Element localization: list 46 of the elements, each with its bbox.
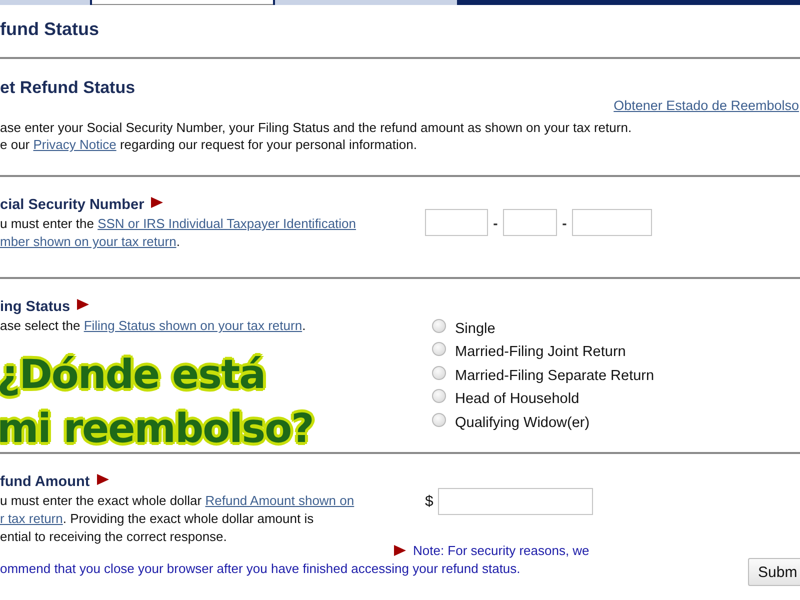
dash-separator: - xyxy=(492,214,499,230)
instruction-text: r tax return. Providing the exact whole dollar amount is xyxy=(0,510,315,528)
overlay-headline: mi reembolso? xyxy=(0,405,314,454)
security-note: Note: For security reasons, we xyxy=(413,542,590,560)
instruction-text: ential to receiving the correct response. xyxy=(0,528,228,546)
radio-button[interactable] xyxy=(432,366,446,380)
arrow-marker-icon xyxy=(96,473,110,487)
currency-symbol: $ xyxy=(425,493,434,510)
instruction-text: mber shown on your tax return. xyxy=(0,233,181,251)
instruction-text: e our Privacy Notice regarding our request for your personal information. xyxy=(0,136,418,153)
arrow-marker-icon xyxy=(393,544,407,558)
tab[interactable] xyxy=(92,0,273,5)
radio-label: Head of Household xyxy=(455,391,580,408)
submit-button[interactable]: Subm xyxy=(748,558,800,586)
link[interactable]: Filing Status shown on your tax return xyxy=(84,318,302,333)
refund-amount-field[interactable] xyxy=(438,488,594,515)
radio-button[interactable] xyxy=(432,389,446,404)
link[interactable]: Privacy Notice xyxy=(33,137,116,152)
radio-button[interactable] xyxy=(432,342,446,356)
instruction-text: u must enter the SSN or IRS Individual Taxpayer Identification xyxy=(0,215,358,233)
field-heading: fund Amount xyxy=(0,473,425,491)
ssn-field[interactable] xyxy=(425,209,488,236)
security-note: ommend that you close your browser after you have finished accessing your refund status. xyxy=(0,560,522,578)
instruction-text: u must enter the exact whole dollar Refund Amount shown on xyxy=(0,492,356,510)
page-title: fund Status xyxy=(0,20,100,38)
radio-label: Married-Filing Separate Return xyxy=(455,368,654,384)
radio-label: Qualifying Widow(er) xyxy=(455,414,590,431)
arrow-marker-icon xyxy=(76,298,90,312)
radio-label: Single xyxy=(455,320,496,337)
instruction-text: ase enter your Social Security Number, your Filing Status and the refund amount as shown on your tax return. xyxy=(0,119,633,136)
link[interactable]: SSN or IRS Individual Taxpayer Identification xyxy=(98,216,356,231)
instruction-text: ase select the Filing Status shown on your tax return. xyxy=(0,317,307,335)
section-heading: et Refund Status xyxy=(0,79,136,97)
radio-label: Married-Filing Joint Return xyxy=(455,344,626,360)
ssn-field[interactable] xyxy=(572,209,652,236)
field-heading: ing Status xyxy=(0,298,425,316)
radio-button[interactable] xyxy=(432,318,446,333)
spanish-link[interactable]: Obtener Estado de Reembolso xyxy=(614,98,799,113)
ssn-field[interactable] xyxy=(503,209,557,236)
link[interactable]: mber shown on your tax return xyxy=(0,234,176,249)
field-heading: cial Security Number xyxy=(0,196,425,214)
dash-separator: - xyxy=(561,214,568,230)
arrow-marker-icon xyxy=(150,196,164,210)
link[interactable]: Refund Amount shown on xyxy=(205,493,354,508)
link[interactable]: r tax return xyxy=(0,511,63,526)
radio-button[interactable] xyxy=(432,412,446,427)
